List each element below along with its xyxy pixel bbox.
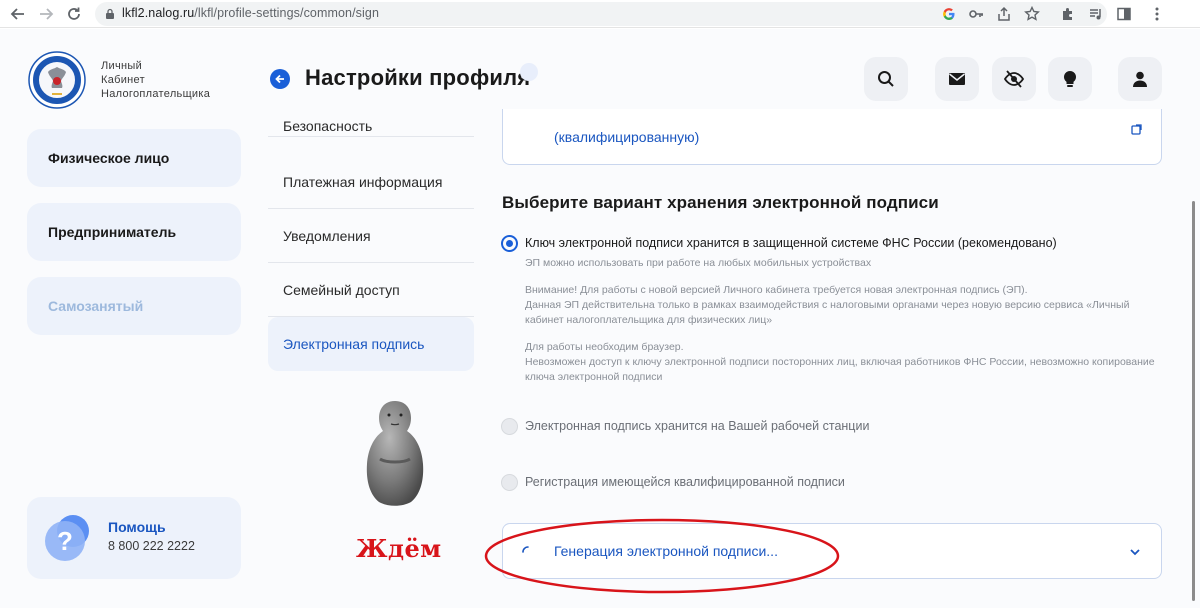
tips-button[interactable] xyxy=(1048,57,1092,101)
qualified-signature-panel[interactable]: (квалифицированную) xyxy=(502,109,1162,165)
eye-off-icon xyxy=(1003,70,1025,88)
qualified-signature-link[interactable]: (квалифицированную) xyxy=(554,129,699,145)
red-highlight-ellipse xyxy=(484,518,840,594)
search-button[interactable] xyxy=(864,57,908,101)
bookmark-star-icon[interactable] xyxy=(1023,5,1041,23)
mascot-caption: Ждём xyxy=(356,534,442,563)
share-icon[interactable] xyxy=(995,5,1013,23)
menu-dots-icon[interactable] xyxy=(1148,5,1166,23)
lightbulb-icon xyxy=(1063,70,1077,87)
chevron-down-icon[interactable] xyxy=(1128,545,1142,559)
menu-item-e-signature[interactable]: Электронная подпись xyxy=(268,317,474,371)
radio-fns-storage[interactable] xyxy=(501,235,518,252)
radio-workstation-storage[interactable] xyxy=(501,418,518,435)
brand-line: Кабинет xyxy=(101,74,145,86)
user-icon xyxy=(1133,71,1147,87)
option-note: Невозможен доступ к ключу электронной по… xyxy=(525,356,1155,383)
url-text: lkfl2.nalog.ru/lkfl/profile-settings/com… xyxy=(122,6,379,20)
help-phone[interactable]: 8 800 222 2222 xyxy=(108,539,195,553)
side-panel-icon[interactable] xyxy=(1115,5,1133,23)
help-title: Помощь xyxy=(108,519,166,535)
brand-line: Личный xyxy=(101,60,143,72)
back-button[interactable] xyxy=(270,69,290,89)
browser-toolbar: lkfl2.nalog.ru/lkfl/profile-settings/com… xyxy=(0,0,1200,28)
back-arrow-icon[interactable] xyxy=(8,4,28,24)
option-label-workstation-storage[interactable]: Электронная подпись хранится на Вашей ра… xyxy=(525,419,869,433)
external-link-icon[interactable] xyxy=(1131,124,1142,135)
forward-arrow-icon[interactable] xyxy=(36,4,56,24)
radio-register-existing[interactable] xyxy=(501,474,518,491)
option-note: ЭП можно использовать при работе на любы… xyxy=(525,257,872,269)
help-card[interactable]: ? Помощь 8 800 222 2222 xyxy=(27,497,241,579)
menu-item-notifications[interactable]: Уведомления xyxy=(268,209,474,263)
menu-item-payment-info[interactable]: Платежная информация xyxy=(268,155,474,209)
brand-text: Личный Кабинет Налогоплательщика xyxy=(101,59,210,101)
url-path: /lkfl/profile-settings/common/sign xyxy=(194,6,379,20)
page-title: Настройки профиля xyxy=(305,65,531,90)
search-icon xyxy=(878,71,894,87)
faded-circle xyxy=(520,63,538,81)
profile-button[interactable] xyxy=(1118,57,1162,101)
scrollbar[interactable] xyxy=(1192,201,1195,601)
media-controls-icon[interactable] xyxy=(1087,5,1105,23)
option-note: Данная ЭП действительна только в рамках … xyxy=(525,299,1130,326)
option-label-fns-storage[interactable]: Ключ электронной подписи хранится в защи… xyxy=(525,236,1057,250)
sidebar-item-self-employed[interactable]: Самозанятый xyxy=(27,277,241,335)
section-title: Выберите вариант хранения электронной по… xyxy=(502,193,939,212)
page: Личный Кабинет Налогоплательщика Физичес… xyxy=(0,29,1200,608)
google-icon[interactable] xyxy=(940,5,958,23)
mascot-figure-icon xyxy=(366,401,424,506)
brand-line: Налогоплательщика xyxy=(101,88,211,100)
option-note: Для работы необходим браузер. xyxy=(525,341,684,353)
option-label-register-existing[interactable]: Регистрация имеющейся квалифицированной … xyxy=(525,475,845,489)
svg-text:?: ? xyxy=(57,526,73,556)
menu-item-family-access[interactable]: Семейный доступ xyxy=(268,263,474,317)
reload-icon[interactable] xyxy=(64,4,84,24)
extensions-icon[interactable] xyxy=(1059,5,1077,23)
lock-icon[interactable] xyxy=(101,5,119,23)
sidebar-item-individual[interactable]: Физическое лицо xyxy=(27,129,241,187)
sidebar-item-entrepreneur[interactable]: Предприниматель xyxy=(27,203,241,261)
question-icon: ? xyxy=(45,515,89,561)
envelope-icon xyxy=(949,73,965,85)
visibility-button[interactable] xyxy=(992,57,1036,101)
messages-button[interactable] xyxy=(935,57,979,101)
key-icon[interactable] xyxy=(967,5,985,23)
menu-item-security[interactable]: Безопасность xyxy=(268,101,474,137)
fns-emblem-icon[interactable] xyxy=(28,51,86,109)
arrow-left-icon xyxy=(275,74,284,84)
url-domain: lkfl2.nalog.ru xyxy=(122,6,195,20)
option-note: Внимание! Для работы с новой версией Лич… xyxy=(525,284,1028,296)
